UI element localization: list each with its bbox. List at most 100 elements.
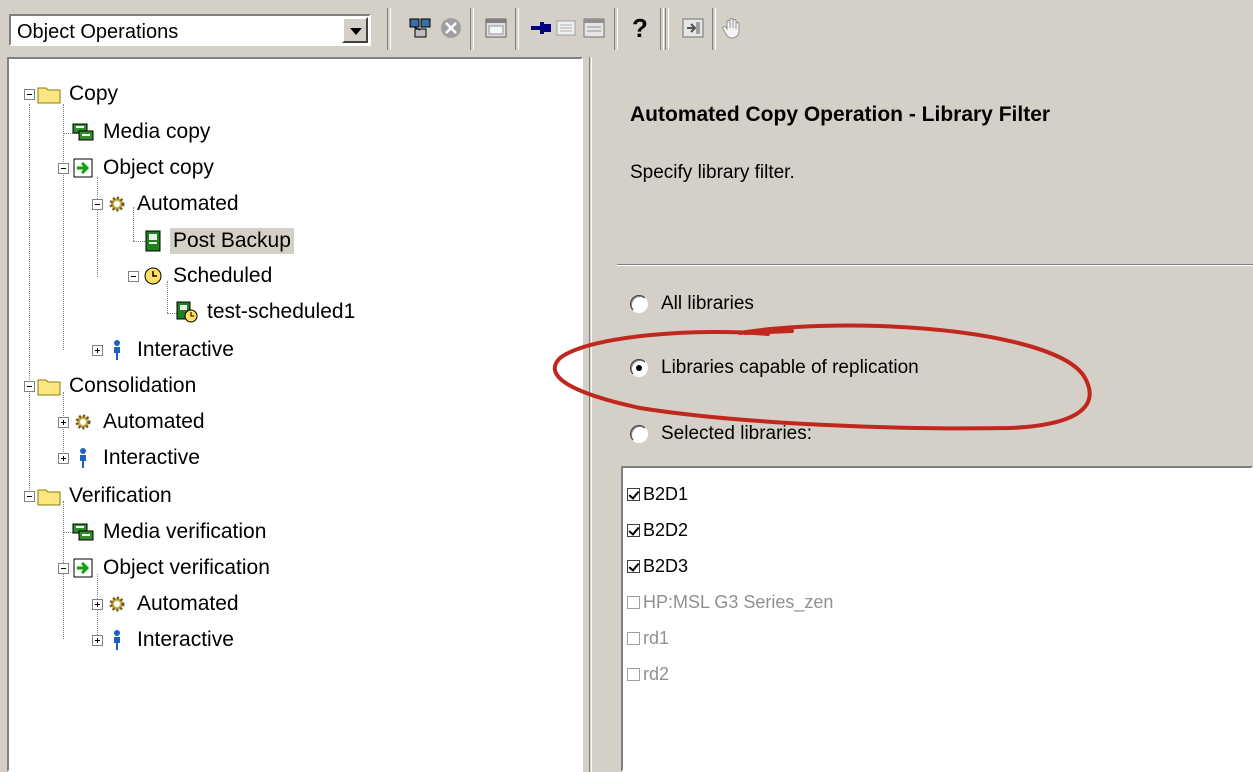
folder-icon (37, 82, 61, 106)
library-item-b2d1[interactable]: B2D1 (627, 481, 688, 507)
tree-node-label: Interactive (137, 628, 234, 651)
library-list[interactable]: B2D1 B2D2 B2D3 HP:MSL G3 Series_zen rd1 … (621, 466, 1253, 772)
tree-node-label: Post Backup (170, 228, 294, 254)
hand-icon[interactable] (720, 16, 744, 40)
toolbar-separator (614, 8, 618, 50)
tree-connector (63, 104, 64, 350)
tree-node-label: Consolidation (69, 374, 197, 397)
radio-selected-libraries[interactable]: Selected libraries: (630, 419, 812, 449)
library-label: B2D1 (643, 483, 689, 504)
automated-gear-icon (71, 410, 95, 434)
tree-node-object-verification[interactable]: Object verification (71, 553, 273, 583)
context-combo-dropdown-button[interactable] (342, 17, 368, 43)
tree-node-cons-automated[interactable]: Automated (71, 407, 208, 437)
expand-toggle-automated[interactable] (92, 199, 103, 210)
tree-node-post-backup[interactable]: Post Backup (141, 226, 294, 256)
tree-node-scheduled[interactable]: Scheduled (141, 261, 275, 291)
expand-toggle-object-copy[interactable] (58, 163, 69, 174)
toolbar-separator (387, 8, 391, 50)
clock-icon (141, 264, 165, 288)
library-label: HP:MSL G3 Series_zen (643, 591, 834, 612)
properties-icon[interactable] (582, 16, 606, 40)
connect-icon[interactable] (408, 16, 432, 40)
window-icon[interactable] (484, 16, 508, 40)
tree-node-automated[interactable]: Automated (105, 189, 242, 219)
tree-node-label: Scheduled (173, 264, 273, 287)
library-item-rd2: rd2 (627, 661, 669, 687)
expand-toggle-consolidation[interactable] (24, 381, 35, 392)
radio-all-libraries[interactable]: All libraries (630, 289, 754, 319)
expand-toggle-verification[interactable] (24, 491, 35, 502)
checkbox[interactable] (627, 523, 640, 537)
pane-splitter[interactable] (586, 57, 596, 772)
library-item-b2d3[interactable]: B2D3 (627, 553, 688, 579)
checkbox (627, 595, 640, 609)
wizard-description: Specify library filter. (630, 162, 795, 183)
export-icon[interactable] (681, 16, 705, 40)
expand-toggle-interactive[interactable] (92, 345, 103, 356)
list-view-icon[interactable] (554, 16, 578, 40)
toolbar-separator (515, 8, 519, 50)
library-item-b2d2[interactable]: B2D2 (627, 517, 688, 543)
folder-icon (37, 374, 61, 398)
tree-connector (29, 104, 30, 496)
tree-node-label: Automated (103, 410, 205, 433)
radio-libraries-replication[interactable]: Libraries capable of replication (630, 353, 919, 383)
tree-node-object-copy[interactable]: Object copy (71, 153, 217, 183)
context-combo[interactable]: Object Operations (9, 14, 371, 46)
wizard-pane: Automated Copy Operation - Library Filte… (597, 57, 1253, 772)
expand-toggle-cons-interactive[interactable] (58, 453, 69, 464)
tree-node-verification[interactable]: Verification (37, 481, 175, 511)
tree-node-ver-interactive[interactable]: Interactive (105, 625, 237, 655)
tree-connector (97, 177, 98, 277)
expand-toggle-scheduled[interactable] (128, 271, 139, 282)
expand-toggle-ver-automated[interactable] (92, 599, 103, 610)
toolbar-separator (665, 8, 669, 50)
tree-node-label: Media verification (103, 520, 267, 543)
radio-label: Selected libraries: (661, 423, 813, 444)
pin-icon[interactable] (529, 16, 553, 40)
toolbar-separator (660, 8, 664, 50)
tree-node-label: Media copy (103, 120, 211, 143)
tree-node-copy[interactable]: Copy (37, 79, 121, 109)
checkbox (627, 631, 640, 645)
folder-icon (37, 484, 61, 508)
help-icon[interactable]: ? (628, 13, 652, 43)
tree-node-media-copy[interactable]: Media copy (71, 117, 213, 147)
tree-node-interactive[interactable]: Interactive (105, 335, 237, 365)
tree-node-label: Object copy (103, 156, 214, 179)
expand-toggle-object-verification[interactable] (58, 563, 69, 574)
stop-icon[interactable] (439, 16, 463, 40)
checkbox[interactable] (627, 559, 640, 573)
radio-button[interactable] (630, 295, 648, 313)
radio-button[interactable] (630, 359, 648, 377)
checkbox[interactable] (627, 487, 640, 501)
user-icon (105, 338, 129, 362)
tree-node-cons-interactive[interactable]: Interactive (71, 443, 203, 473)
automated-gear-icon (105, 192, 129, 216)
wizard-title: Automated Copy Operation - Library Filte… (630, 103, 1051, 126)
object-copy-icon (71, 556, 95, 580)
tree-node-label: Verification (69, 484, 172, 507)
expand-toggle-copy[interactable] (24, 89, 35, 100)
radio-button[interactable] (630, 425, 648, 443)
expand-toggle-cons-automated[interactable] (58, 417, 69, 428)
tree-node-label: Object verification (103, 556, 270, 579)
tree-node-label: Copy (69, 82, 119, 105)
library-item-rd1: rd1 (627, 625, 669, 651)
toolbar: Object Operations ? (0, 0, 1253, 58)
navigation-tree: Copy Media copy Object copy Automated Po… (7, 57, 583, 772)
object-copy-icon (71, 156, 95, 180)
media-copy-icon (71, 520, 95, 544)
expand-toggle-ver-interactive[interactable] (92, 635, 103, 646)
tree-node-label: Automated (137, 192, 239, 215)
checkbox (627, 667, 640, 681)
tree-node-consolidation[interactable]: Consolidation (37, 371, 199, 401)
automated-gear-icon (105, 592, 129, 616)
post-backup-icon (141, 229, 165, 253)
library-item-hp-msl: HP:MSL G3 Series_zen (627, 589, 833, 615)
tree-node-media-verification[interactable]: Media verification (71, 517, 269, 547)
tree-node-test-scheduled1[interactable]: test-scheduled1 (175, 297, 358, 327)
tree-node-ver-automated[interactable]: Automated (105, 589, 242, 619)
tree-node-label: Interactive (103, 446, 200, 469)
